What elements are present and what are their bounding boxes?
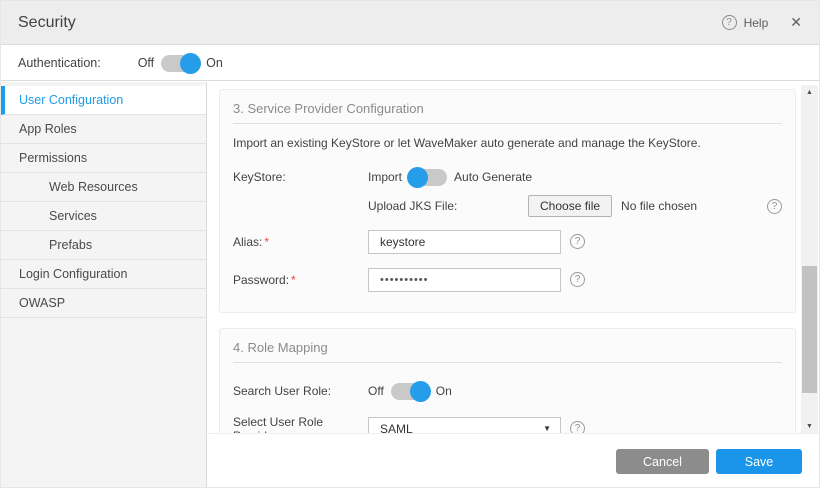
sidebar-item-permissions[interactable]: Permissions xyxy=(1,144,206,173)
password-input[interactable]: •••••••••• xyxy=(368,268,561,292)
toggle-knob xyxy=(410,381,431,402)
alias-input[interactable]: keystore xyxy=(368,230,561,254)
password-label-text: Password: xyxy=(233,273,289,287)
security-dialog: Security ? Help ✕ Authentication: Off On… xyxy=(0,0,820,488)
provider-help-icon[interactable]: ? xyxy=(570,421,585,433)
authentication-off-label: Off xyxy=(138,56,154,70)
select-user-role-provider-row: Select User Role Provider: SAML ▼ ? xyxy=(233,416,782,433)
sidebar-item-user-configuration[interactable]: User Configuration xyxy=(1,86,206,115)
sidebar-item-label: Web Resources xyxy=(49,180,138,194)
sidebar-item-label: Login Configuration xyxy=(19,267,127,281)
required-asterisk: * xyxy=(264,235,269,249)
sidebar-item-label: App Roles xyxy=(19,122,77,136)
alias-label-text: Alias: xyxy=(233,235,262,249)
sidebar-item-login-configuration[interactable]: Login Configuration xyxy=(1,260,206,289)
close-icon[interactable]: ✕ xyxy=(790,14,802,31)
select-user-role-provider-label: Select User Role Provider: xyxy=(233,415,368,434)
help-icon[interactable]: ? xyxy=(722,15,737,30)
upload-jks-label: Upload JKS File: xyxy=(368,199,528,213)
scrollbar-thumb[interactable] xyxy=(802,266,817,393)
selected-provider-value: SAML xyxy=(380,422,413,434)
cancel-button[interactable]: Cancel xyxy=(616,449,709,474)
section-service-provider-configuration: 3. Service Provider Configuration Import… xyxy=(219,89,796,313)
section-divider xyxy=(233,362,782,363)
sidebar-item-label: Permissions xyxy=(19,151,87,165)
search-user-role-on-label: On xyxy=(436,384,452,398)
upload-jks-row: Upload JKS File: Choose file No file cho… xyxy=(368,194,782,218)
sidebar-item-web-resources[interactable]: Web Resources xyxy=(1,173,206,202)
search-user-role-row: Search User Role: Off On xyxy=(233,380,782,402)
sidebar-item-label: User Configuration xyxy=(19,93,123,107)
search-user-role-toggle[interactable] xyxy=(391,383,429,400)
content-scroll-area: 3. Service Provider Configuration Import… xyxy=(207,82,819,433)
sidebar-nav: User Configuration App Roles Permissions… xyxy=(1,82,207,487)
chevron-down-icon: ▼ xyxy=(543,424,551,433)
alias-row: Alias:* keystore ? xyxy=(233,229,782,254)
sidebar-item-app-roles[interactable]: App Roles xyxy=(1,115,206,144)
footer-bar: Cancel Save xyxy=(207,433,819,487)
keystore-import-label: Import xyxy=(368,170,402,184)
toggle-knob xyxy=(407,167,428,188)
section-title: 4. Role Mapping xyxy=(220,329,795,355)
search-user-role-label: Search User Role: xyxy=(233,384,368,398)
section-description: Import an existing KeyStore or let WaveM… xyxy=(233,136,782,150)
authentication-label: Authentication: xyxy=(18,56,101,70)
file-chosen-status: No file chosen xyxy=(621,199,697,213)
sidebar-item-owasp[interactable]: OWASP xyxy=(1,289,206,318)
password-help-icon[interactable]: ? xyxy=(570,272,585,287)
search-user-role-off-label: Off xyxy=(368,384,384,398)
title-bar: Security ? Help ✕ xyxy=(1,1,819,45)
sidebar-item-label: Services xyxy=(49,209,97,223)
alias-label: Alias:* xyxy=(233,235,368,249)
keystore-label: KeyStore: xyxy=(233,170,368,184)
sidebar-item-label: OWASP xyxy=(19,296,65,310)
save-button[interactable]: Save xyxy=(716,449,802,474)
titlebar-actions: ? Help ✕ xyxy=(722,14,802,31)
authentication-on-label: On xyxy=(206,56,223,70)
keystore-toggle[interactable] xyxy=(409,169,447,186)
alias-help-icon[interactable]: ? xyxy=(570,234,585,249)
sidebar-item-label: Prefabs xyxy=(49,238,92,252)
upload-help-icon[interactable]: ? xyxy=(767,199,782,214)
scroll-up-icon[interactable]: ▲ xyxy=(801,85,818,99)
password-label: Password:* xyxy=(233,273,368,287)
sidebar-item-prefabs[interactable]: Prefabs xyxy=(1,231,206,260)
keystore-row: KeyStore: Import Auto Generate xyxy=(233,166,782,188)
sidebar-item-services[interactable]: Services xyxy=(1,202,206,231)
section-role-mapping: 4. Role Mapping Search User Role: Off On… xyxy=(219,328,796,433)
scroll-down-icon[interactable]: ▼ xyxy=(801,419,818,433)
authentication-bar: Authentication: Off On xyxy=(1,46,819,81)
section-divider xyxy=(233,123,782,124)
required-asterisk: * xyxy=(291,273,296,287)
section-title: 3. Service Provider Configuration xyxy=(220,90,795,116)
user-role-provider-select[interactable]: SAML ▼ xyxy=(368,417,561,434)
page-title: Security xyxy=(18,14,76,32)
toggle-knob xyxy=(180,53,201,74)
vertical-scrollbar[interactable]: ▲ ▼ xyxy=(801,85,818,433)
choose-file-button[interactable]: Choose file xyxy=(528,195,612,217)
help-link[interactable]: Help xyxy=(744,16,769,30)
keystore-auto-generate-label: Auto Generate xyxy=(454,170,532,184)
authentication-toggle[interactable] xyxy=(161,55,199,72)
password-row: Password:* •••••••••• ? xyxy=(233,267,782,292)
